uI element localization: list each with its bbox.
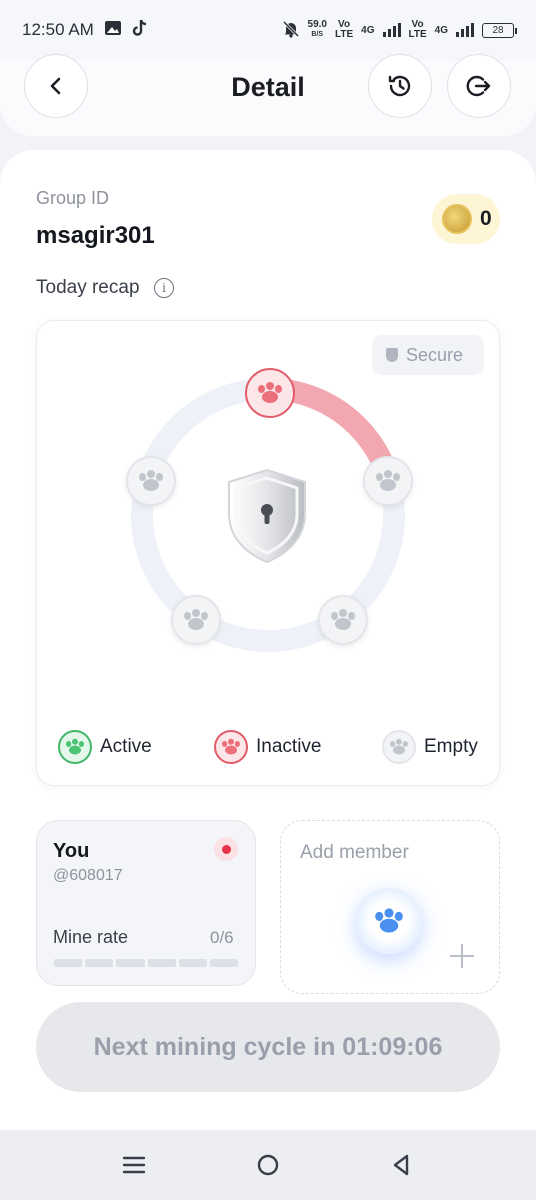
- mine-rate-segment: [54, 959, 83, 967]
- you-name: You: [53, 840, 90, 862]
- legend-inactive: Inactive: [214, 730, 321, 764]
- coin-balance[interactable]: 0: [432, 194, 500, 244]
- mute-icon: [282, 20, 300, 41]
- sim1-bottom: LTE: [335, 29, 354, 40]
- member-node-4[interactable]: [171, 595, 221, 645]
- signal-icon: [382, 23, 401, 37]
- net1-label: 4G: [361, 24, 375, 36]
- info-icon[interactable]: i: [154, 278, 174, 298]
- legend-active-label: Active: [100, 736, 152, 757]
- system-nav-bar: [0, 1130, 536, 1200]
- exit-button[interactable]: [447, 54, 511, 118]
- mine-rate-segment: [116, 959, 145, 967]
- mine-rate-segment: [178, 959, 207, 967]
- mine-rate-segment: [147, 959, 176, 967]
- network-speed: 59.0 B/S: [308, 20, 327, 40]
- signal-icon: [456, 23, 474, 37]
- empty-paw-icon: [382, 730, 416, 764]
- secure-badge: Secure: [372, 335, 484, 375]
- inactive-paw-icon: [214, 730, 248, 764]
- mine-rate-segment: [209, 959, 239, 967]
- legend-empty: Empty: [382, 730, 478, 764]
- legend-inactive-label: Inactive: [256, 736, 322, 757]
- exit-icon: [466, 75, 491, 97]
- speed-unit: B/S: [311, 31, 324, 38]
- header: Detail: [0, 54, 536, 136]
- net2-label: 4G: [434, 24, 448, 36]
- volte-2: Vo LTE: [409, 20, 427, 40]
- paw-icon: [331, 609, 355, 631]
- today-recap-label: Today recap: [36, 277, 140, 298]
- paw-icon: [376, 470, 400, 492]
- lock-shield-icon: [228, 468, 306, 564]
- paw-icon: [184, 609, 208, 631]
- status-time: 12:50 AM: [22, 20, 94, 39]
- you-handle: @608017: [53, 867, 123, 884]
- member-node-5[interactable]: [318, 595, 368, 645]
- member-node-2[interactable]: [126, 456, 176, 506]
- plus-icon[interactable]: [450, 944, 474, 968]
- blue-paw-icon: [375, 908, 403, 933]
- add-member-avatar[interactable]: [356, 888, 422, 954]
- next-mining-cycle-button[interactable]: Next mining cycle in 01:09:06: [36, 1002, 500, 1092]
- red-dot: [221, 844, 231, 854]
- battery-level: 28: [492, 24, 504, 36]
- speed-value: 59.0: [307, 19, 327, 30]
- status-bar: 12:50 AM 59.0 B/S Vo LTE 4G Vo LTE 4G 28: [0, 0, 536, 60]
- coin-icon: [442, 204, 472, 234]
- mine-rate-label: Mine rate: [53, 927, 129, 947]
- home-circle-icon[interactable]: [253, 1150, 283, 1180]
- coin-balance-value: 0: [480, 207, 492, 230]
- tiktok-icon: [132, 19, 148, 42]
- paw-icon: [139, 470, 163, 492]
- active-paw-icon: [58, 730, 92, 764]
- history-icon: [388, 75, 411, 97]
- history-button[interactable]: [368, 54, 432, 118]
- group-id-value: msagir301: [36, 222, 155, 249]
- paw-icon: [258, 382, 282, 404]
- status-indicator-dot: [214, 837, 238, 861]
- member-node-1[interactable]: [245, 368, 295, 418]
- sim2-bottom: LTE: [408, 29, 427, 40]
- add-member-label: Add member: [300, 842, 409, 863]
- mine-rate-segment: [85, 959, 114, 967]
- volte-1: Vo LTE: [335, 20, 353, 40]
- member-node-3[interactable]: [363, 456, 413, 506]
- legend-empty-label: Empty: [424, 736, 478, 757]
- menu-icon[interactable]: [119, 1150, 149, 1180]
- gallery-icon: [104, 20, 122, 41]
- group-id-label: Group ID: [36, 188, 110, 208]
- back-triangle-icon[interactable]: [387, 1150, 417, 1180]
- battery-icon: 28: [482, 22, 517, 38]
- legend-active: Active: [58, 730, 152, 764]
- shield-icon: [386, 348, 398, 362]
- secure-label: Secure: [406, 344, 464, 365]
- mine-rate-bars: [54, 959, 239, 967]
- mine-rate-value: 0/6: [210, 928, 234, 947]
